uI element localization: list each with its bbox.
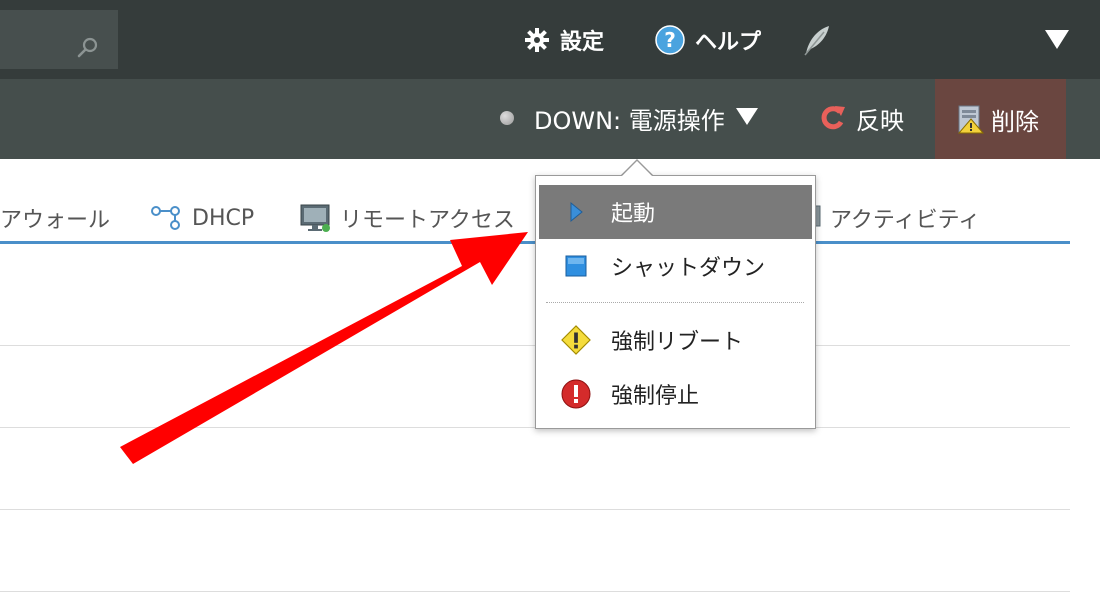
red-arrow-shape (120, 232, 528, 464)
annotation-arrow (120, 232, 528, 464)
